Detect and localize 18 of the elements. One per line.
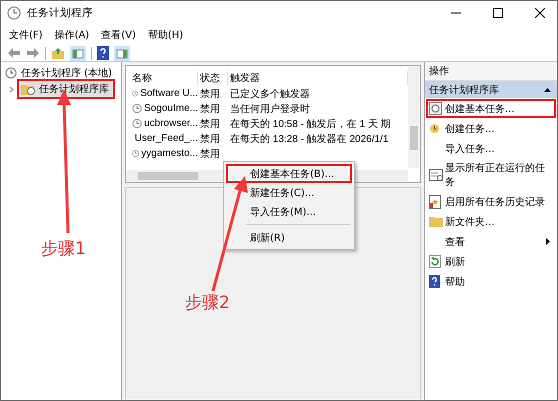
table-cell: SogouIme...: [144, 103, 198, 114]
table-cell-text: 在每天的 13:28 - 触发器在 2026/1/1: [229, 132, 390, 146]
panel-header: 操作: [425, 62, 557, 81]
table-cell-text: 在每天的 10:58 - 触发后，在 1 天 期: [229, 118, 392, 130]
table-cell-text: 禁用: [199, 102, 221, 116]
step-label: 步骤1: [41, 238, 86, 260]
step-label: 步骤2: [185, 292, 230, 314]
table-cell: ucbrowser...: [144, 118, 198, 129]
table-cell-text: 禁用: [199, 148, 221, 160]
table-cell-text: 当任何用户登录时: [229, 102, 311, 116]
table-cell: User_Feed_...: [134, 133, 198, 144]
table-cell-text: 已定义多个触发器: [229, 88, 311, 100]
window-title: 任务计划程序: [27, 6, 93, 20]
table-cell-text: 禁用: [199, 88, 221, 100]
table-cell: Software U...: [140, 88, 198, 99]
table-cell-text: 禁用: [199, 118, 221, 130]
table-cell-text: 禁用: [199, 132, 221, 146]
table-cell: yygamesto...: [141, 148, 198, 159]
